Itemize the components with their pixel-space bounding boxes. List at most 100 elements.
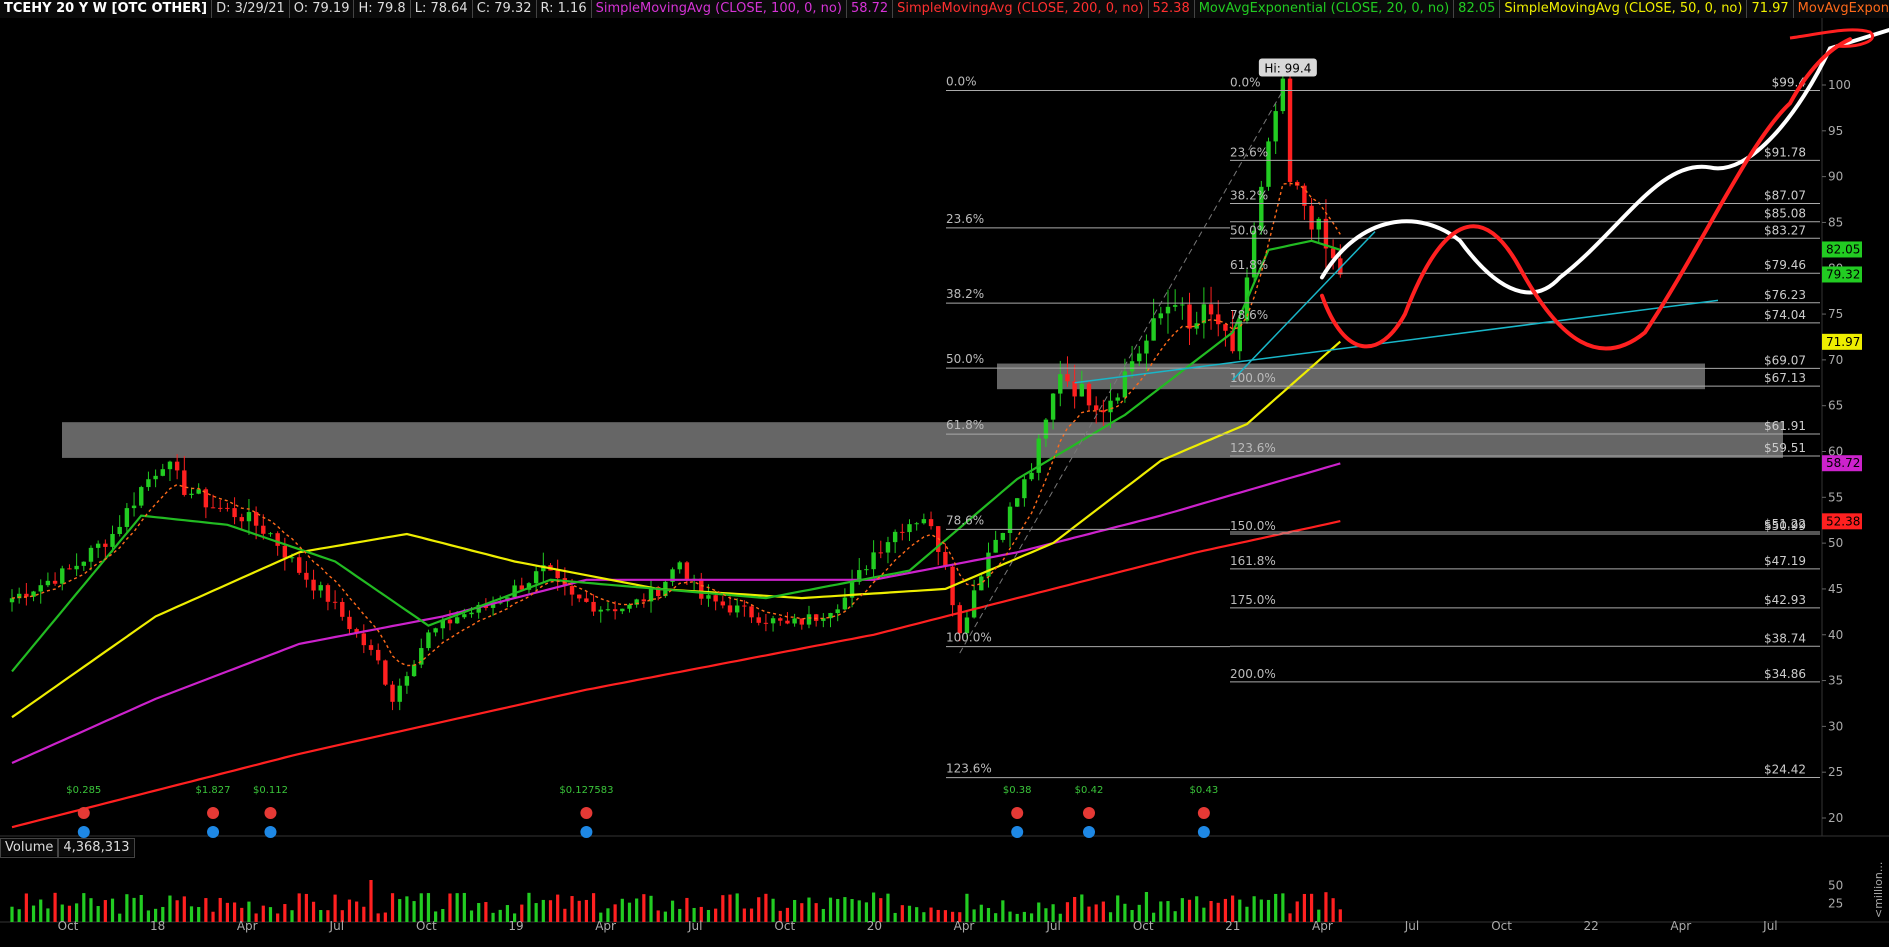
volume-bar xyxy=(965,893,969,922)
candle-body xyxy=(426,632,431,649)
candle-body xyxy=(182,470,187,495)
volume-bar xyxy=(548,900,553,922)
earnings-icon-2 xyxy=(264,807,277,819)
fib-label-0: 0.0% xyxy=(1230,75,1261,89)
fib-left-label-3: 50.0% xyxy=(946,352,984,366)
candle-body xyxy=(720,601,726,606)
candle-body xyxy=(411,664,417,677)
y-tick-label-16: 100 xyxy=(1828,78,1851,92)
volume-bar xyxy=(333,894,337,922)
bar-close: C: 79.32 xyxy=(473,0,537,18)
volume-bar xyxy=(1324,892,1328,922)
volume-bar xyxy=(627,902,632,922)
volume-bar xyxy=(204,898,208,922)
fib-price-14: $47.19 xyxy=(1764,554,1806,568)
study-name-1[interactable]: SimpleMovingAvg (CLOSE, 200, 0, no) xyxy=(893,0,1149,18)
candle-body xyxy=(332,601,338,603)
volume-bar xyxy=(577,900,581,922)
volume-bar xyxy=(455,893,459,922)
candle-body xyxy=(1122,371,1128,398)
volume-bar xyxy=(620,898,624,922)
volume-bar xyxy=(1266,899,1271,922)
candle-body xyxy=(67,568,72,570)
candle-body xyxy=(390,684,395,702)
candle-body xyxy=(74,565,79,570)
volume-bar xyxy=(1144,892,1149,922)
candle-body xyxy=(1086,383,1092,406)
candle-body xyxy=(282,545,288,558)
volume-bar xyxy=(31,905,36,922)
dividend-icon-1 xyxy=(207,826,220,838)
candle-body xyxy=(584,598,589,602)
dividend-label-3: $0.127583 xyxy=(559,785,613,796)
volume-bar xyxy=(943,910,947,922)
fib-price-7: $74.04 xyxy=(1764,308,1806,322)
fib-left-label-5: 78.6% xyxy=(946,513,984,527)
candle-body xyxy=(641,599,647,602)
candle-body xyxy=(375,649,381,661)
candle-body xyxy=(261,525,266,534)
fib-label-15: 175.0% xyxy=(1230,593,1276,607)
volume-bar xyxy=(979,904,983,922)
fib-left-label-2: 38.2% xyxy=(946,287,984,301)
candle-body xyxy=(1137,353,1142,362)
study-name-4[interactable]: MovAvgExponential (CLOSE, 8, 0, no) xyxy=(1794,0,1889,18)
volume-bar xyxy=(89,898,93,922)
x-tick-label-0: Oct xyxy=(58,919,79,933)
price-badge-text-2: 71.97 xyxy=(1826,335,1860,349)
candle-body xyxy=(914,523,919,525)
price-chart[interactable]: 0.0% $99.423.6% $91.7838.2% $87.07$85.0850.… xyxy=(0,18,1889,947)
candle-body xyxy=(986,552,991,577)
candle-body xyxy=(160,469,165,476)
volume-bar xyxy=(498,909,502,922)
candle-body xyxy=(189,493,194,495)
volume-bar xyxy=(225,902,229,922)
volume-bar xyxy=(1195,896,1199,922)
volume-bar xyxy=(1159,901,1163,922)
y-tick-label-3: 35 xyxy=(1828,674,1843,688)
candle-body xyxy=(433,628,438,633)
candle-body xyxy=(1172,305,1178,307)
volume-bar xyxy=(721,895,725,922)
volume-bar xyxy=(986,907,991,922)
dividend-icon-0 xyxy=(77,826,90,838)
bar-high: H: 79.8 xyxy=(354,0,411,18)
volume-bar xyxy=(182,896,186,922)
candle-body xyxy=(469,612,474,615)
candle-body xyxy=(1158,313,1163,319)
candle-body xyxy=(60,568,65,584)
study-name-2[interactable]: MovAvgExponential (CLOSE, 20, 0, no) xyxy=(1195,0,1455,18)
volume-bar xyxy=(1087,906,1091,922)
volume-bar xyxy=(1029,913,1034,922)
volume-bar xyxy=(103,900,107,922)
candle-body xyxy=(462,614,467,618)
volume-bar xyxy=(642,894,646,922)
candle-body xyxy=(1065,374,1070,382)
dividend-label-0: $0.285 xyxy=(66,785,101,796)
volume-bar xyxy=(929,907,933,922)
study-name-0[interactable]: SimpleMovingAvg (CLOSE, 100, 0, no) xyxy=(592,0,847,18)
study-value-2: 82.05 xyxy=(1454,0,1501,18)
fib-label-2: 38.2% xyxy=(1230,188,1268,202)
volume-bar xyxy=(749,908,754,922)
candle-body xyxy=(174,461,180,471)
fib-price-2: $87.07 xyxy=(1764,188,1806,202)
candle-body xyxy=(677,562,682,570)
fib-price-15: $42.93 xyxy=(1764,593,1806,607)
fib-left-label-0: 0.0% xyxy=(946,74,977,88)
volume-bar xyxy=(1309,893,1314,922)
study-name-3[interactable]: SimpleMovingAvg (CLOSE, 50, 0, no) xyxy=(1500,0,1748,18)
volume-bar xyxy=(189,906,194,922)
volume-bar xyxy=(1180,898,1184,922)
volume-bar xyxy=(1108,912,1113,922)
volume-bar xyxy=(800,903,804,922)
candle-body xyxy=(117,526,122,534)
volume-bar xyxy=(232,902,237,922)
volume-bar xyxy=(534,903,538,922)
volume-bar xyxy=(1037,902,1041,922)
volume-tick-1: 50 xyxy=(1828,878,1843,892)
price-badge-text-3: 58.72 xyxy=(1826,456,1860,470)
volume-tick-0: 25 xyxy=(1828,897,1843,911)
bar-range: R: 1.16 xyxy=(537,0,592,18)
symbol-label[interactable]: TCEHY 20 Y W [OTC OTHER] xyxy=(0,0,213,18)
